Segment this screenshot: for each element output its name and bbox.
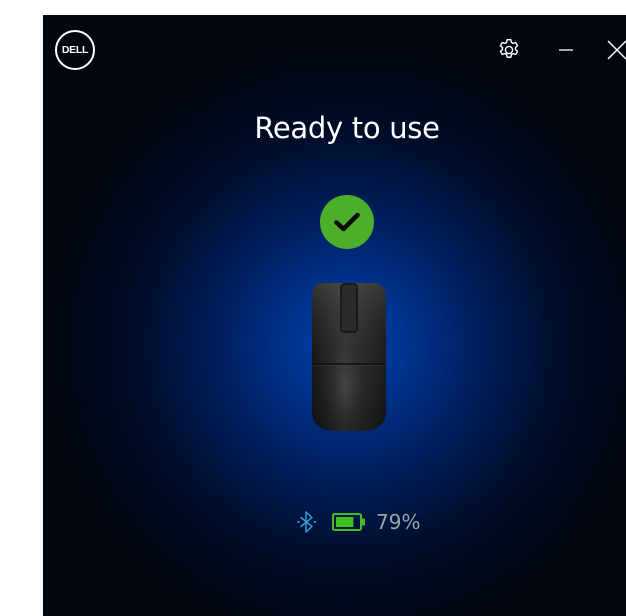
- battery-percentage: 79%: [376, 510, 421, 534]
- device-status-bar: 79%: [296, 507, 420, 537]
- bluetooth-icon: [297, 511, 317, 533]
- minimize-button[interactable]: [551, 35, 581, 65]
- status-title: Ready to use: [254, 111, 440, 145]
- check-circle-icon: [320, 195, 374, 249]
- battery-icon: [332, 513, 365, 531]
- close-button[interactable]: [602, 35, 626, 65]
- close-icon: [607, 40, 626, 60]
- settings-button[interactable]: [494, 35, 524, 65]
- gear-icon: [499, 39, 519, 58]
- mouse-device-image: [312, 283, 386, 431]
- app-window: DELL Ready to use 79%: [43, 15, 626, 616]
- logo-text: DELL: [61, 44, 89, 56]
- dell-logo: DELL: [55, 30, 95, 70]
- minimize-icon: [559, 49, 573, 51]
